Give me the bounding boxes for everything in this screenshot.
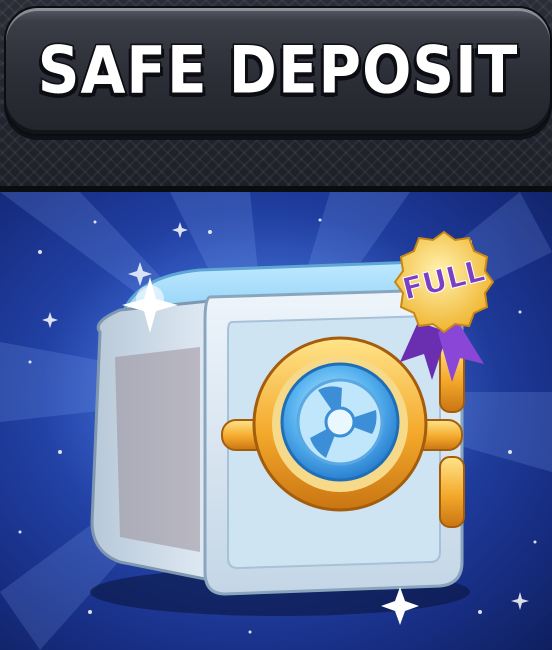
safe-icon [90,260,470,616]
title-plate: SAFE DEPOSIT [4,6,552,136]
header-bar: SAFE DEPOSIT [0,0,552,192]
page-title: SAFE DEPOSIT [36,30,519,110]
scene-artwork: FULL [0,192,552,650]
safe-deposit-scene: FULL [0,192,552,650]
